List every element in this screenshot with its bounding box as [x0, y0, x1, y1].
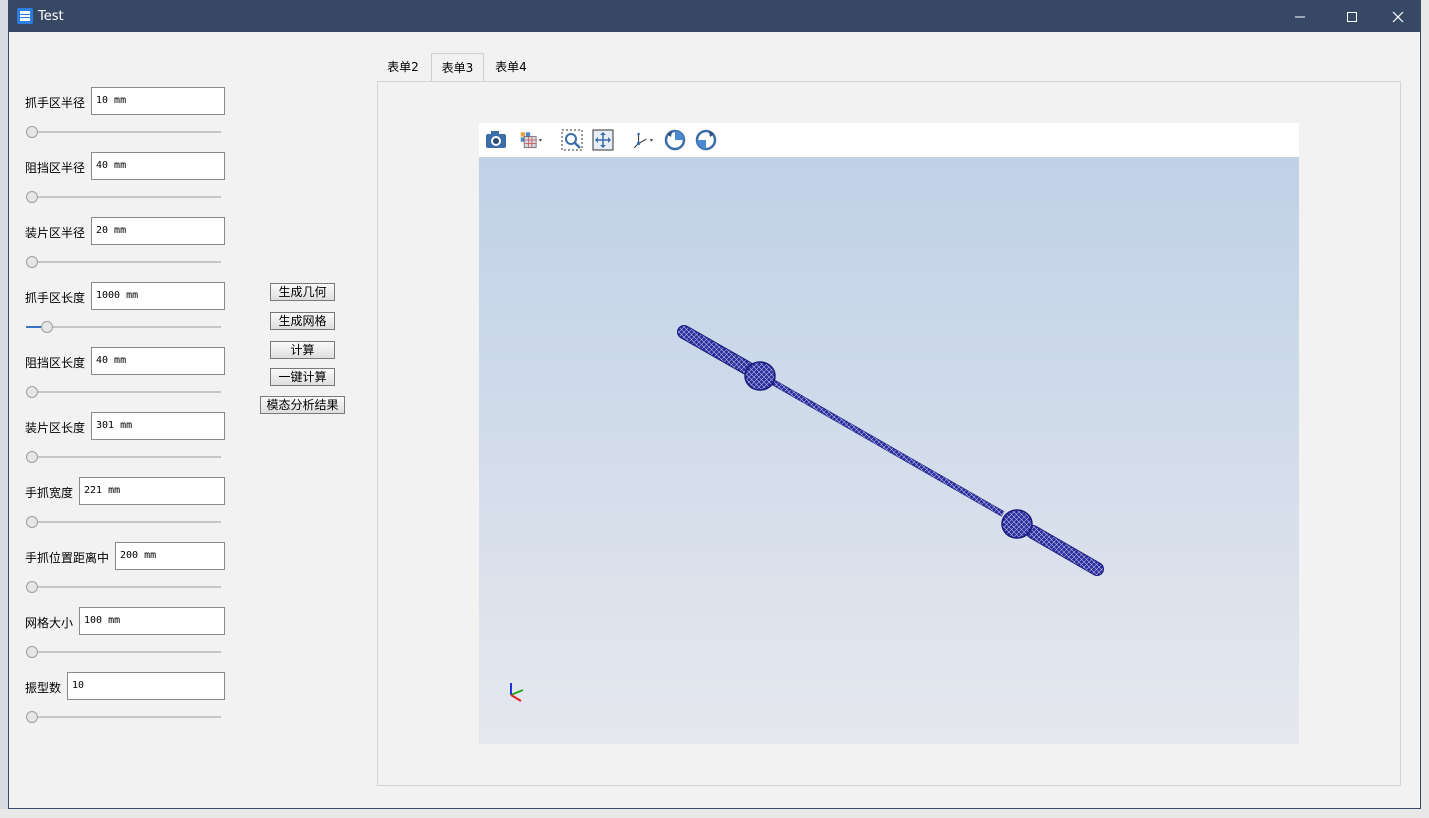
param-label: 振型数 — [25, 681, 62, 695]
param-input[interactable]: 20 mm — [91, 217, 225, 245]
slider-thumb[interactable] — [26, 126, 38, 138]
maximize-button[interactable] — [1329, 1, 1375, 32]
window-title: Test — [38, 9, 64, 24]
param-label: 手抓宽度 — [25, 486, 74, 500]
background-window-bottom — [0, 809, 1429, 818]
rotate-right-icon[interactable] — [694, 128, 718, 152]
one-click-compute-button[interactable]: 一键计算 — [270, 368, 335, 386]
param-slider[interactable] — [26, 321, 226, 333]
fit-all-icon[interactable] — [591, 128, 615, 152]
minimize-icon — [1295, 16, 1305, 17]
app-icon — [17, 8, 33, 24]
param-label: 装片区长度 — [25, 421, 86, 435]
param-label: 装片区半径 — [25, 226, 86, 240]
background-window-edge — [0, 0, 8, 818]
axis-triad-icon — [510, 683, 524, 702]
background-window-edge-right — [1421, 0, 1429, 818]
bar-mesh — [677, 325, 1104, 576]
axes-orientation-icon[interactable] — [630, 128, 654, 152]
param-label: 手抓位置距离中 — [25, 551, 110, 565]
generate-geometry-button[interactable]: 生成几何 — [270, 283, 335, 301]
compute-button[interactable]: 计算 — [270, 341, 335, 359]
minimize-button[interactable] — [1277, 1, 1323, 32]
slider-thumb[interactable] — [26, 516, 38, 528]
param-label: 抓手区长度 — [25, 291, 86, 305]
slider-thumb[interactable] — [26, 646, 38, 658]
param-input[interactable]: 40 mm — [91, 152, 225, 180]
param-slider[interactable] — [26, 126, 226, 138]
camera-icon[interactable] — [484, 128, 508, 152]
tab-form4[interactable]: 表单4 — [485, 53, 537, 82]
param-label: 阻挡区半径 — [25, 161, 86, 175]
param-slider[interactable] — [26, 646, 226, 658]
param-input[interactable]: 10 mm — [91, 87, 225, 115]
3d-viewer — [479, 123, 1299, 744]
param-slider[interactable] — [26, 451, 226, 463]
param-label: 抓手区半径 — [25, 96, 86, 110]
modal-results-button[interactable]: 模态分析结果 — [260, 396, 345, 414]
slider-thumb[interactable] — [26, 581, 38, 593]
title-bar[interactable]: Test — [9, 1, 1420, 32]
param-input[interactable]: 200 mm — [115, 542, 225, 570]
param-input[interactable]: 301 mm — [91, 412, 225, 440]
tab-form2[interactable]: 表单2 — [377, 53, 429, 82]
generate-mesh-button[interactable]: 生成网格 — [270, 312, 335, 330]
slider-thumb[interactable] — [26, 386, 38, 398]
slider-thumb[interactable] — [40, 321, 53, 333]
zoom-window-icon[interactable] — [560, 128, 584, 152]
slider-thumb[interactable] — [26, 451, 38, 463]
param-slider[interactable] — [26, 256, 226, 268]
param-slider[interactable] — [26, 386, 226, 398]
viewer-toolbar — [479, 123, 1299, 157]
rotate-left-icon[interactable] — [663, 128, 687, 152]
param-slider[interactable] — [26, 516, 226, 528]
param-input[interactable]: 100 mm — [79, 607, 225, 635]
close-button[interactable] — [1375, 1, 1421, 32]
param-input[interactable]: 40 mm — [91, 347, 225, 375]
slider-thumb[interactable] — [26, 191, 38, 203]
param-slider[interactable] — [26, 581, 226, 593]
mesh-model — [510, 325, 1104, 702]
param-slider[interactable] — [26, 711, 226, 723]
param-input[interactable]: 10 — [67, 672, 225, 700]
param-slider[interactable] — [26, 191, 226, 203]
display-mode-icon[interactable] — [519, 128, 543, 152]
maximize-icon — [1347, 11, 1357, 22]
app-window: Test 抓手区半径 10 mm 阻挡区半径 40 mm 装片区半径 20 mm… — [8, 0, 1421, 809]
param-input[interactable]: 1000 mm — [91, 282, 225, 310]
close-icon — [1392, 11, 1404, 22]
slider-thumb[interactable] — [26, 256, 38, 268]
param-input[interactable]: 221 mm — [79, 477, 225, 505]
param-label: 阻挡区长度 — [25, 356, 86, 370]
slider-thumb[interactable] — [26, 711, 38, 723]
tab-form3[interactable]: 表单3 — [431, 53, 484, 82]
3d-viewport[interactable] — [479, 157, 1299, 744]
param-label: 网格大小 — [25, 616, 74, 630]
